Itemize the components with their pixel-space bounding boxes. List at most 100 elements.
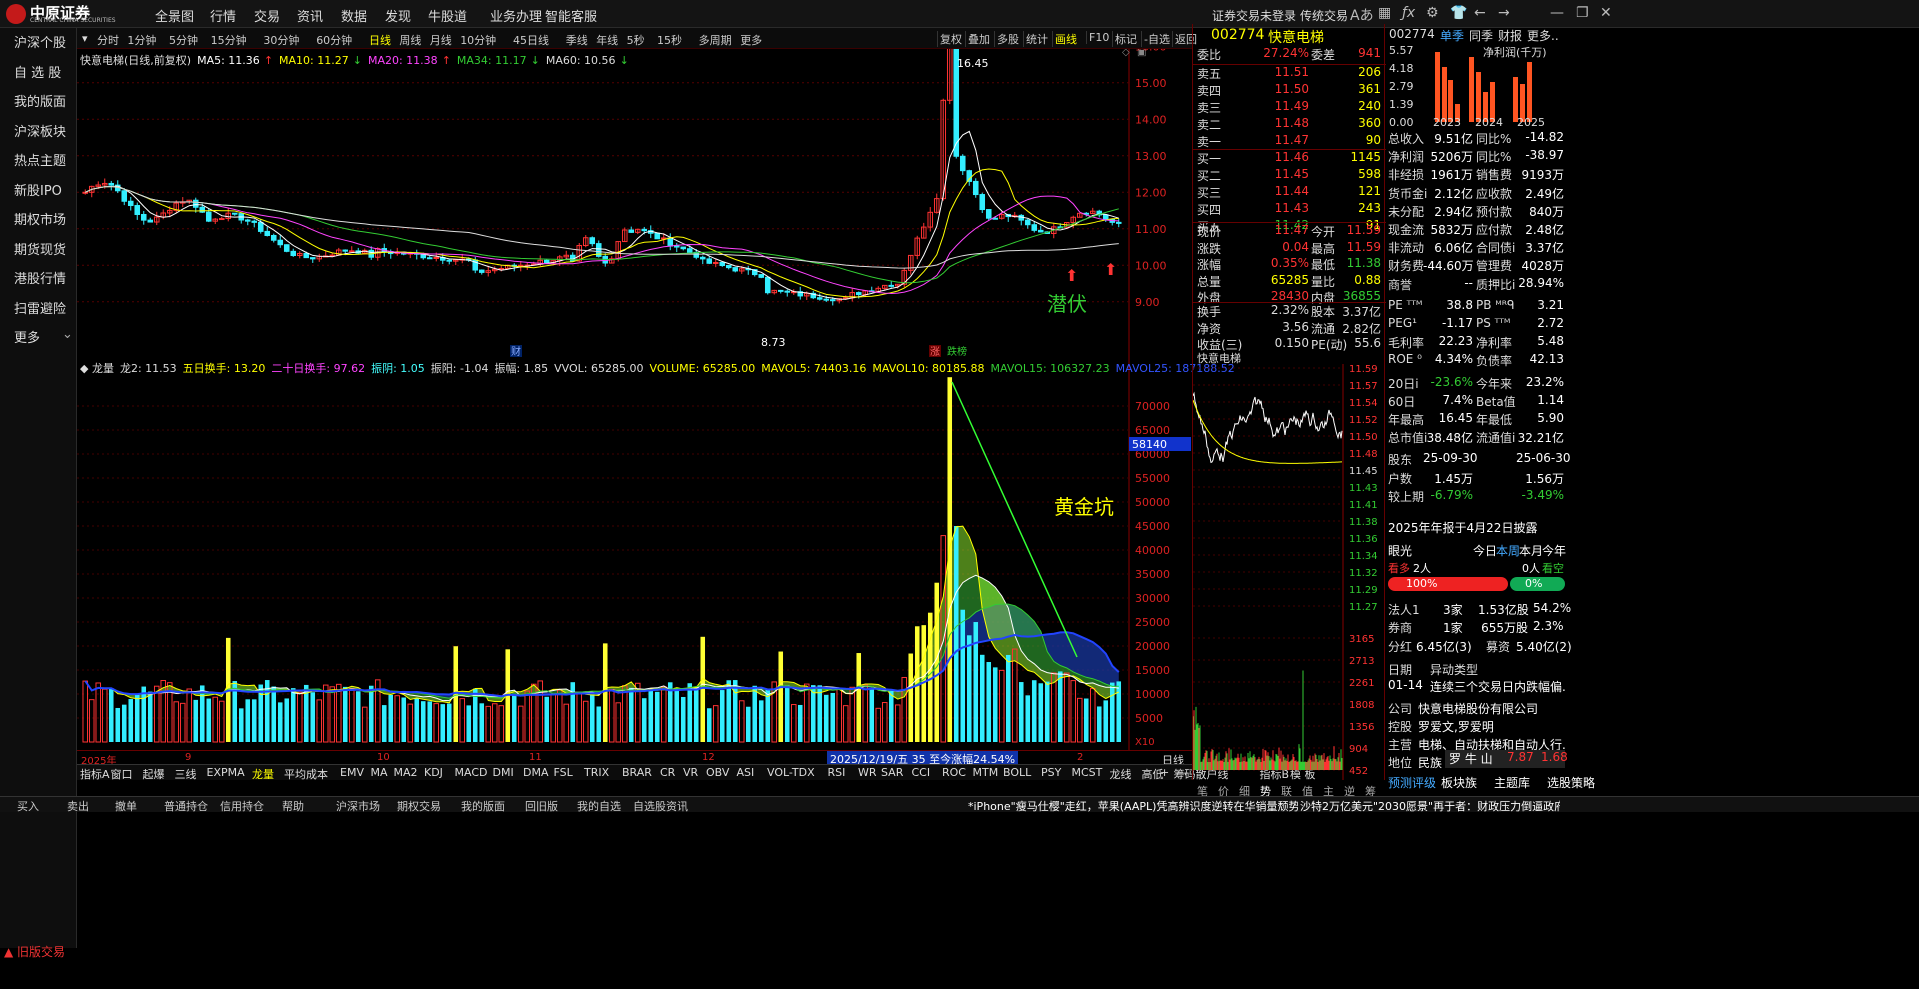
period-16[interactable]: 更多	[740, 32, 762, 48]
tool-0[interactable]: 复权	[937, 31, 964, 47]
sidebar-item-3[interactable]: 沪深板块	[14, 121, 66, 140]
indicator-tab-1[interactable]: 窗口	[111, 766, 133, 782]
sidebar-item-0[interactable]: 沪深个股	[14, 32, 66, 51]
menu-7[interactable]: 业务办理	[490, 6, 542, 25]
fin-bottom-tab-1[interactable]: 板块族	[1441, 774, 1477, 791]
menu-0[interactable]: 全景图	[155, 6, 194, 25]
indicator-tab-6[interactable]: 平均成本	[284, 766, 328, 782]
sidebar-item-9[interactable]: 扫雷避险	[14, 298, 66, 317]
indicator-tab-11[interactable]: MACD	[455, 766, 488, 779]
minimize-icon[interactable]: —	[1550, 5, 1564, 21]
bottom-item-11[interactable]: 自选股资讯	[633, 798, 688, 814]
bull-stock-ticker[interactable]: 罗 牛 山 7.87 1.68	[1445, 750, 1568, 768]
indicator-tab-27[interactable]: MTM	[973, 766, 999, 779]
eye-tab-3[interactable]: 今年	[1542, 542, 1566, 559]
indicator-tab-4[interactable]: EXPMA	[207, 766, 245, 779]
fin-tab-3[interactable]: 更多..	[1527, 27, 1559, 44]
tool-5[interactable]: F10	[1086, 31, 1111, 44]
indicator-tab-16[interactable]: BRAR	[622, 766, 652, 779]
indicator-tab-19[interactable]: OBV	[706, 766, 729, 779]
indicator-tab-26[interactable]: ROC	[942, 766, 966, 779]
bottom-item-2[interactable]: 撤单	[115, 798, 137, 814]
fin-bottom-tab-2[interactable]: 主题库	[1494, 774, 1530, 791]
tool-2[interactable]: 多股	[994, 31, 1021, 47]
indicator-tab-20[interactable]: ASI	[737, 766, 755, 779]
period-4[interactable]: 30分钟	[263, 32, 299, 48]
indicator-tab-21[interactable]: VOL-TDX	[767, 766, 815, 779]
back-icon[interactable]: ←	[1474, 5, 1486, 21]
bottom-item-7[interactable]: 期权交易	[397, 798, 441, 814]
abn-text[interactable]: 连续三个交易日内跌幅偏...	[1430, 678, 1565, 695]
marker-cai[interactable]: 财	[511, 345, 521, 357]
fin-tab-2[interactable]: 财报	[1498, 27, 1522, 44]
bottom-item-3[interactable]: 普通持仓	[164, 798, 208, 814]
bottom-item-4[interactable]: 信用持仓	[220, 798, 264, 814]
fx-icon[interactable]: ƒx	[1402, 5, 1415, 21]
menu-3[interactable]: 资讯	[297, 6, 323, 25]
bottom-item-5[interactable]: 帮助	[282, 798, 304, 814]
sidebar-item-2[interactable]: 我的版面	[14, 91, 66, 110]
tool-7[interactable]: -自选	[1141, 31, 1172, 47]
indicator-tab-2[interactable]: 起爆	[143, 766, 165, 782]
indicator-tab-10[interactable]: KDJ	[424, 766, 443, 779]
menu-4[interactable]: 数据	[341, 6, 367, 25]
remove-tab-icon[interactable]: —	[1178, 766, 1189, 779]
font-size-icon[interactable]: Aあ	[1350, 5, 1374, 25]
indicator-tab-12[interactable]: DMI	[493, 766, 514, 779]
indicator-tab-8[interactable]: MA	[371, 766, 388, 779]
indicator-tab-23[interactable]: WR	[858, 766, 877, 779]
indicator-tab-5[interactable]: 龙量	[252, 766, 274, 782]
indicator-tab-31[interactable]: 龙线	[1110, 766, 1132, 782]
period-15[interactable]: 多周期	[699, 32, 732, 48]
bottom-item-8[interactable]: 我的版面	[461, 798, 505, 814]
indicator-tab-30[interactable]: MCST	[1072, 766, 1103, 779]
bottom-item-9[interactable]: 回旧版	[525, 798, 558, 814]
indicator-tab-15[interactable]: TRIX	[584, 766, 609, 779]
tool-4[interactable]: 画线	[1052, 31, 1079, 47]
fin-bottom-tab-3[interactable]: 选股策略	[1547, 774, 1595, 791]
restore-icon[interactable]: ❐	[1576, 5, 1589, 21]
sidebar-item-6[interactable]: 期权市场	[14, 209, 66, 228]
tool-6[interactable]: 标记	[1112, 31, 1139, 47]
indicator-tab-14[interactable]: FSL	[554, 766, 573, 779]
indicator-tab-13[interactable]: DMA	[523, 766, 549, 779]
news-ticker-2[interactable]: 沙特2万亿美元"2030愿景"再于者：财政压力倒逼政府转向	[1300, 798, 1560, 814]
menu-6[interactable]: 牛股道	[428, 6, 467, 25]
period-9[interactable]: 10分钟	[460, 32, 496, 48]
grid-icon[interactable]: ▦	[1378, 5, 1391, 21]
menu-5[interactable]: 发现	[385, 6, 411, 25]
indicator-tab-22[interactable]: RSI	[828, 766, 846, 779]
period-0[interactable]: 分时	[97, 32, 119, 48]
diamond-icon[interactable]: ◇	[1122, 49, 1130, 58]
indicator-tab-9[interactable]: MA2	[394, 766, 418, 779]
close-icon[interactable]: ✕	[1600, 5, 1612, 21]
marker-zhang[interactable]: 涨	[930, 346, 940, 357]
period-13[interactable]: 5秒	[627, 32, 645, 48]
period-2[interactable]: 5分钟	[169, 32, 198, 48]
fin-bottom-tab-0[interactable]: 预测评级	[1388, 774, 1436, 791]
period-5[interactable]: 60分钟	[316, 32, 352, 48]
period-14[interactable]: 15秒	[657, 32, 682, 48]
kline-chart[interactable]: 16.0015.0014.0013.0012.0011.0010.009.001…	[77, 49, 1192, 357]
indicator-tab-25[interactable]: CCI	[912, 766, 931, 779]
dropdown-icon[interactable]: ▾	[82, 32, 88, 45]
bottom-item-0[interactable]: 买入	[17, 798, 39, 814]
window-icon[interactable]: ▣	[1137, 49, 1146, 58]
eye-tab-2[interactable]: 本月	[1519, 542, 1543, 559]
indicator-tab-7[interactable]: EMV	[340, 766, 364, 779]
fin-tab-0[interactable]: 单季	[1440, 27, 1464, 44]
gear-icon[interactable]: ⚙	[1426, 5, 1439, 21]
tool-1[interactable]: 叠加	[965, 31, 992, 47]
sidebar-item-10[interactable]: 更多 ⌄	[14, 327, 73, 346]
volume-chart[interactable]: 7000065000600005500050000450004000035000…	[77, 357, 1192, 750]
period-11[interactable]: 季线	[566, 32, 588, 48]
period-12[interactable]: 年线	[596, 32, 618, 48]
menu-1[interactable]: 行情	[210, 6, 236, 25]
indicator-tab-29[interactable]: PSY	[1041, 766, 1061, 779]
forward-icon[interactable]: →	[1498, 5, 1510, 21]
eye-tab-1[interactable]: 本周	[1496, 542, 1520, 559]
sidebar-item-4[interactable]: 热点主题	[14, 150, 66, 169]
shirt-icon[interactable]: 👕	[1450, 5, 1467, 21]
login-status[interactable]: 证券交易未登录	[1212, 7, 1296, 24]
fin-tab-1[interactable]: 同季	[1469, 27, 1493, 44]
